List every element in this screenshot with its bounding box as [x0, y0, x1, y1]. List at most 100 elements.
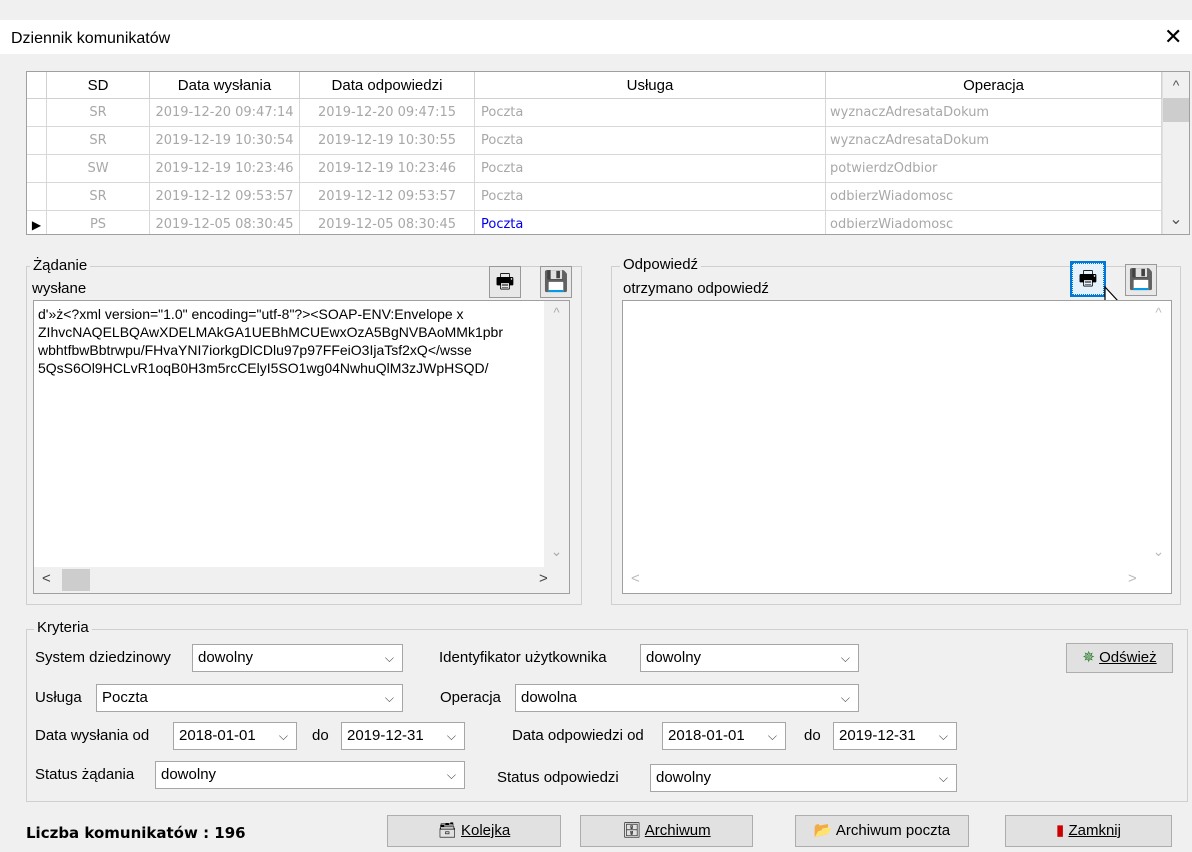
cell-sent-date[interactable]: 2019-12-19 10:30:54: [150, 127, 300, 155]
scroll-right-icon[interactable]: >: [1128, 570, 1137, 587]
cell-reply-date[interactable]: 2019-12-05 08:30:45: [300, 211, 475, 234]
cell-operation[interactable]: potwierdzOdbior: [826, 155, 1162, 183]
close-button[interactable]: ▮ Zamknij: [1005, 815, 1172, 847]
reply-from-date-picker[interactable]: 2018-01-01 ⌵: [662, 722, 786, 750]
scroll-up-icon[interactable]: ^: [544, 305, 569, 320]
scroll-thumb[interactable]: [1163, 98, 1189, 122]
operation-label: Operacja: [440, 689, 501, 706]
archive-mail-label: Archiwum poczta: [835, 822, 951, 839]
cell-sd[interactable]: SW: [47, 155, 150, 183]
scroll-right-icon[interactable]: >: [539, 570, 548, 587]
title-bar: [0, 20, 1192, 54]
chevron-down-icon: ⌵: [840, 691, 850, 705]
archive-label: Archiwum: [644, 822, 711, 839]
cell-service-active[interactable]: Poczta: [475, 211, 826, 234]
column-header-sent-date[interactable]: Data wysłania: [150, 72, 300, 99]
request-status-label: Status żądania: [35, 766, 135, 783]
operation-select[interactable]: dowolna ⌵: [515, 684, 859, 712]
cell-service[interactable]: Poczta: [475, 127, 826, 155]
archive-mail-icon: 📂: [813, 822, 833, 839]
scroll-up-icon[interactable]: ^: [1146, 305, 1171, 320]
chevron-down-icon: ⌵: [278, 729, 288, 743]
cell-sent-date[interactable]: 2019-12-05 08:30:45: [150, 211, 300, 234]
cell-sd[interactable]: SR: [47, 127, 150, 155]
refresh-label: Odśwież: [1099, 649, 1157, 666]
chevron-down-icon: ⌵: [446, 729, 456, 743]
cell-sd[interactable]: SR: [47, 183, 150, 211]
response-save-button[interactable]: 💾: [1125, 264, 1157, 296]
request-vertical-scrollbar[interactable]: ^ ⌄: [544, 301, 569, 567]
cell-sd[interactable]: PS: [47, 211, 150, 234]
cell-sent-date[interactable]: 2019-12-20 09:47:14: [150, 99, 300, 127]
message-count: Liczba komunikatów : 196: [26, 824, 246, 842]
cell-sd[interactable]: SR: [47, 99, 150, 127]
cell-service[interactable]: Poczta: [475, 183, 826, 211]
request-status-select[interactable]: dowolny ⌵: [155, 761, 465, 789]
chevron-down-icon: ⌵: [938, 771, 948, 785]
cell-sent-date[interactable]: 2019-12-19 10:23:46: [150, 155, 300, 183]
request-textbox[interactable]: d'»ż<?xml version="1.0" encoding="utf-8"…: [33, 300, 570, 594]
row-indicator[interactable]: [27, 183, 47, 211]
response-print-button[interactable]: 🖶: [1070, 261, 1106, 297]
archive-mail-button[interactable]: 📂 Archiwum poczta: [795, 815, 969, 847]
reply-from-value: 2018-01-01: [668, 727, 745, 744]
column-header-service[interactable]: Usługa: [475, 72, 826, 99]
archive-button[interactable]: 🗄 Archiwum: [580, 815, 753, 847]
reply-from-label: Data odpowiedzi od: [512, 727, 644, 744]
column-header-operation[interactable]: Operacja: [826, 72, 1162, 99]
response-textbox[interactable]: ^ ⌄ < >: [622, 300, 1172, 594]
scroll-left-icon[interactable]: <: [42, 570, 51, 587]
close-label: Zamknij: [1068, 822, 1121, 839]
scroll-thumb[interactable]: [62, 569, 90, 591]
row-indicator[interactable]: [27, 127, 47, 155]
row-indicator[interactable]: [27, 99, 47, 127]
archive-icon: 🗄: [622, 822, 642, 839]
queue-icon: 🗃: [437, 822, 457, 839]
request-save-button[interactable]: 💾: [540, 266, 572, 298]
cell-operation[interactable]: wyznaczAdresataDokum: [826, 127, 1162, 155]
cell-service[interactable]: Poczta: [475, 155, 826, 183]
messages-grid[interactable]: SD Data wysłania Data odpowiedzi Usługa …: [26, 71, 1190, 235]
scroll-down-icon[interactable]: ⌄: [1146, 543, 1171, 560]
request-group-label: Żądanie: [30, 257, 91, 274]
reply-to-date-picker[interactable]: 2019-12-31 ⌵: [833, 722, 957, 750]
cell-operation[interactable]: odbierzWiadomosc: [826, 183, 1162, 211]
response-status-select[interactable]: dowolny ⌵: [650, 764, 957, 792]
cell-operation[interactable]: wyznaczAdresataDokum: [826, 99, 1162, 127]
request-print-button[interactable]: 🖶: [489, 266, 521, 298]
system-select[interactable]: dowolny ⌵: [192, 644, 403, 672]
response-horizontal-scrollbar[interactable]: < >: [623, 567, 1171, 593]
current-row-pointer-icon[interactable]: ▶: [27, 211, 47, 234]
refresh-button[interactable]: ✵ Odśwież: [1066, 643, 1173, 673]
response-vertical-scrollbar[interactable]: ^ ⌄: [1146, 301, 1171, 567]
request-horizontal-scrollbar[interactable]: < >: [34, 567, 569, 593]
service-value: Poczta: [102, 689, 148, 706]
column-header-reply-date[interactable]: Data odpowiedzi: [300, 72, 475, 99]
sent-to-date-picker[interactable]: 2019-12-31 ⌵: [341, 722, 465, 750]
column-header-sd[interactable]: SD: [47, 72, 150, 99]
sent-from-date-picker[interactable]: 2018-01-01 ⌵: [173, 722, 297, 750]
window-title: Dziennik komunikatów: [11, 30, 171, 47]
request-line: d'»ż<?xml version="1.0" encoding="utf-8"…: [38, 306, 464, 322]
grid-vertical-scrollbar[interactable]: ^ ⌄: [1162, 72, 1189, 234]
cell-operation[interactable]: odbierzWiadomosc: [826, 211, 1162, 234]
row-indicator[interactable]: [27, 155, 47, 183]
response-status-label: Status odpowiedzi: [497, 769, 619, 786]
cell-service[interactable]: Poczta: [475, 99, 826, 127]
cell-sent-date[interactable]: 2019-12-12 09:53:57: [150, 183, 300, 211]
service-select[interactable]: Poczta ⌵: [96, 684, 403, 712]
scroll-down-icon[interactable]: ⌄: [1163, 210, 1189, 234]
close-icon[interactable]: ✕: [1164, 26, 1182, 48]
scroll-left-icon[interactable]: <: [631, 570, 640, 587]
chevron-down-icon: ⌵: [446, 768, 456, 782]
user-id-select[interactable]: dowolny ⌵: [640, 644, 859, 672]
cell-reply-date[interactable]: 2019-12-19 10:23:46: [300, 155, 475, 183]
scroll-up-icon[interactable]: ^: [1163, 72, 1189, 96]
queue-button[interactable]: 🗃 Kolejka: [387, 815, 561, 847]
cell-reply-date[interactable]: 2019-12-20 09:47:15: [300, 99, 475, 127]
cell-reply-date[interactable]: 2019-12-19 10:30:55: [300, 127, 475, 155]
scroll-down-icon[interactable]: ⌄: [544, 543, 569, 560]
request-line: 5QsS6Ol9HCLvR1oqB0H3m5rcCElyI5SO1wg04Nwh…: [38, 360, 489, 376]
criteria-group-label: Kryteria: [34, 619, 92, 636]
cell-reply-date[interactable]: 2019-12-12 09:53:57: [300, 183, 475, 211]
